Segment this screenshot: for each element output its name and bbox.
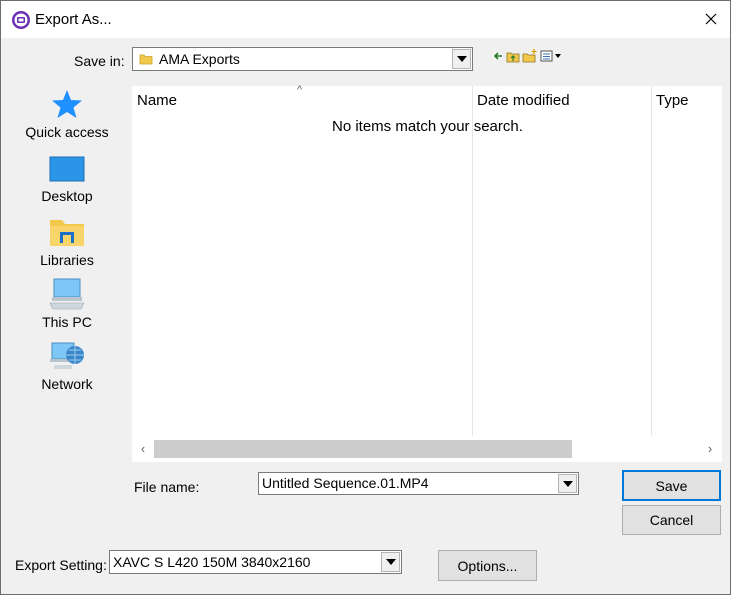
cancel-button[interactable]: Cancel [622, 505, 721, 535]
export-setting-dropdown[interactable]: XAVC S L420 150M 3840x2160 [109, 550, 402, 574]
scroll-left-icon[interactable]: ‹ [136, 440, 150, 458]
desktop-icon [47, 152, 87, 188]
title-bar: Export As... [1, 1, 730, 38]
file-list[interactable]: Name ^ Date modified Type No items match… [132, 84, 722, 462]
dialog-title: Export As... [35, 11, 112, 28]
save-button[interactable]: Save [622, 470, 721, 501]
close-icon[interactable] [698, 7, 724, 31]
column-header-type[interactable]: Type [651, 86, 689, 114]
export-setting-value: XAVC S L420 150M 3840x2160 [113, 554, 311, 570]
file-name-label: File name: [134, 479, 200, 495]
folder-icon [139, 52, 153, 69]
scrollbar-thumb[interactable] [154, 440, 572, 458]
place-label: Quick access [25, 124, 109, 140]
chevron-down-icon[interactable] [558, 474, 577, 493]
network-icon [47, 338, 87, 374]
place-libraries[interactable]: Libraries [19, 214, 115, 274]
new-folder-icon[interactable] [522, 48, 538, 64]
save-in-dropdown[interactable]: AMA Exports [132, 47, 473, 71]
place-quick-access[interactable]: Quick access [19, 86, 115, 146]
save-in-label: Save in: [74, 53, 125, 69]
file-name-input[interactable]: Untitled Sequence.01.MP4 [258, 472, 579, 495]
view-menu-icon[interactable] [540, 48, 566, 64]
app-logo-icon [11, 10, 31, 30]
place-label: Libraries [40, 252, 94, 268]
place-label: Desktop [41, 188, 93, 204]
column-header-name[interactable]: Name [132, 86, 177, 114]
place-network[interactable]: Network [19, 338, 115, 398]
place-desktop[interactable]: Desktop [19, 152, 115, 212]
back-icon[interactable] [492, 48, 504, 64]
column-header-date-modified[interactable]: Date modified [472, 86, 570, 114]
export-setting-label: Export Setting: [15, 557, 107, 573]
column-divider[interactable] [651, 86, 652, 436]
place-label: Network [41, 376, 93, 392]
save-in-value: AMA Exports [159, 51, 240, 67]
place-label: This PC [42, 314, 92, 330]
star-icon [47, 86, 87, 122]
libraries-icon [47, 214, 87, 250]
up-folder-icon[interactable] [506, 48, 520, 64]
chevron-down-icon[interactable] [381, 552, 400, 572]
computer-icon [47, 276, 87, 312]
scroll-right-icon[interactable]: › [703, 440, 717, 458]
sort-ascending-icon: ^ [297, 84, 303, 96]
column-divider[interactable] [472, 86, 473, 436]
empty-message: No items match your search. [332, 118, 523, 135]
horizontal-scrollbar[interactable]: ‹ › [132, 436, 722, 462]
chevron-down-icon[interactable] [452, 49, 471, 69]
place-this-pc[interactable]: This PC [19, 276, 115, 336]
file-name-value[interactable]: Untitled Sequence.01.MP4 [262, 475, 429, 491]
export-dialog: Export As... Save in: AMA Exports Quick … [0, 0, 731, 595]
options-button[interactable]: Options... [438, 550, 537, 581]
